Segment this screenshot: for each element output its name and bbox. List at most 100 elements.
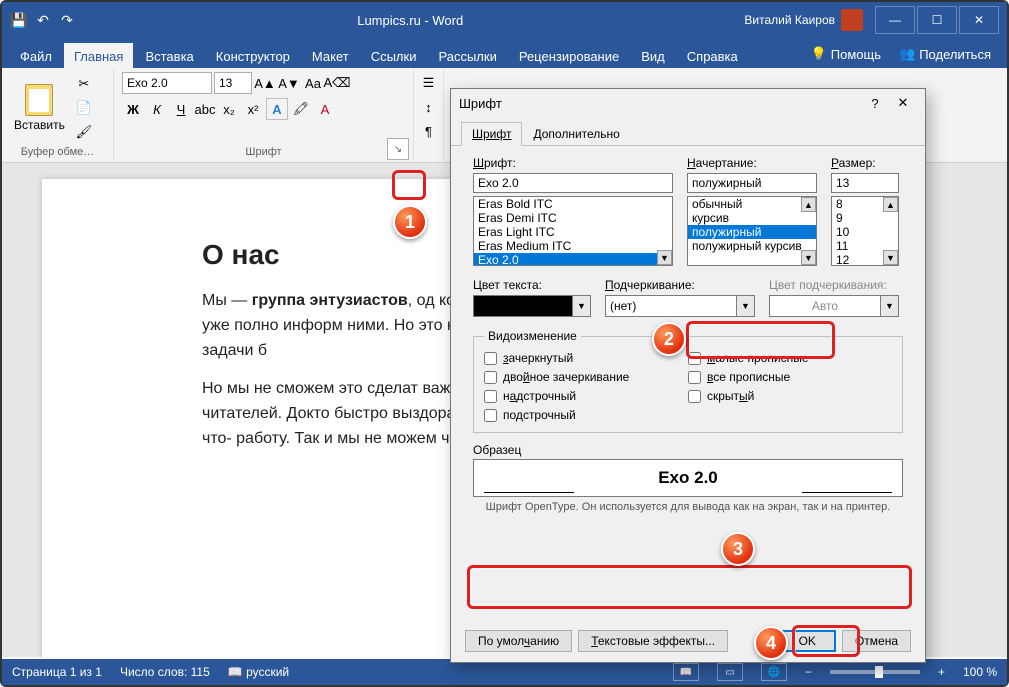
dialog-help-icon[interactable]: ?	[861, 92, 889, 114]
dialog-tab-advanced[interactable]: Дополнительно	[522, 122, 630, 146]
sort-icon[interactable]: ↕	[418, 96, 440, 118]
step-badge-3: 3	[721, 532, 755, 566]
scroll-up-icon[interactable]: ▲	[801, 197, 816, 212]
list-item[interactable]: курсив	[688, 211, 816, 225]
tab-review[interactable]: Рецензирование	[509, 43, 629, 68]
tab-view[interactable]: Вид	[631, 43, 675, 68]
cancel-button[interactable]: Отмена	[842, 630, 911, 652]
font-color-button[interactable]: A	[314, 98, 336, 120]
view-print-icon[interactable]: ▭	[717, 663, 743, 681]
list-item[interactable]: Eras Medium ITC	[474, 239, 672, 253]
format-painter-icon[interactable]: 🖌	[73, 121, 95, 143]
copy-icon[interactable]: 📄	[73, 97, 95, 119]
lbl-sample: Образец	[473, 443, 903, 457]
list-item[interactable]: обычный	[688, 197, 816, 211]
clear-format-icon[interactable]: A⌫	[326, 72, 348, 94]
chevron-down-icon[interactable]: ▼	[737, 295, 755, 317]
close-button[interactable]: ✕	[959, 6, 999, 34]
list-item[interactable]: Exo 2.0	[474, 253, 672, 266]
avatar[interactable]	[841, 9, 863, 31]
strike-button[interactable]: abc	[194, 98, 216, 120]
ck-dstrike[interactable]: двойное зачеркивание	[484, 370, 688, 384]
grow-font-icon[interactable]: A▲	[254, 72, 276, 94]
font-size-combo[interactable]	[214, 72, 252, 94]
font-input[interactable]	[473, 173, 673, 193]
tell-me[interactable]: 💡 Помощь	[803, 40, 889, 68]
view-web-icon[interactable]: 🌐	[761, 663, 787, 681]
effects-legend: Видоизменение	[484, 329, 581, 343]
zoom-out-icon[interactable]: −	[805, 665, 812, 679]
zoom-in-icon[interactable]: +	[938, 665, 945, 679]
minimize-button[interactable]: —	[875, 6, 915, 34]
undo-icon[interactable]: ↶	[34, 11, 52, 29]
chevron-down-icon[interactable]: ▼	[573, 295, 591, 317]
step-badge-2: 2	[652, 322, 686, 356]
ck-allcaps[interactable]: все прописные	[688, 370, 892, 384]
tab-help[interactable]: Справка	[677, 43, 748, 68]
share-button[interactable]: 👥 Поделиться	[891, 40, 999, 68]
change-case-icon[interactable]: Aa	[302, 72, 324, 94]
font-name-combo[interactable]	[122, 72, 212, 94]
user-area[interactable]: Виталий Каиров	[744, 9, 863, 31]
font-color-combo[interactable]: ▼	[473, 295, 591, 317]
underline-color-combo: Авто▼	[769, 295, 899, 317]
italic-button[interactable]: К	[146, 98, 168, 120]
shrink-font-icon[interactable]: A▼	[278, 72, 300, 94]
text-effects-button[interactable]: Текстовые эффекты...	[578, 630, 728, 652]
cut-icon[interactable]: ✂	[73, 73, 95, 95]
list-item[interactable]: 10	[832, 225, 898, 239]
chevron-down-icon: ▼	[881, 295, 899, 317]
underline-combo[interactable]: (нет)▼	[605, 295, 755, 317]
tab-file[interactable]: Файл	[10, 43, 62, 68]
ck-hidden[interactable]: скрытый	[688, 389, 892, 403]
underline-button[interactable]: Ч	[170, 98, 192, 120]
paste-button[interactable]: Вставить	[10, 82, 69, 134]
paragraph-marks-icon[interactable]: ¶	[418, 120, 440, 142]
size-listbox[interactable]: 8 9 10 11 12 ▲ ▼	[831, 196, 899, 266]
window-title: Lumpics.ru - Word	[76, 13, 744, 28]
save-icon[interactable]: 💾	[10, 11, 28, 29]
tab-design[interactable]: Конструктор	[206, 43, 300, 68]
style-listbox[interactable]: обычный курсив полужирный полужирный кур…	[687, 196, 817, 266]
status-lang[interactable]: 📖 русский	[228, 665, 289, 679]
zoom-label[interactable]: 100 %	[963, 665, 997, 679]
list-item[interactable]: 9	[832, 211, 898, 225]
maximize-button[interactable]: ☐	[917, 6, 957, 34]
list-item[interactable]: Eras Light ITC	[474, 225, 672, 239]
list-item[interactable]: полужирный	[688, 225, 816, 239]
zoom-slider[interactable]	[830, 670, 920, 674]
list-item[interactable]: полужирный курсив	[688, 239, 816, 253]
status-words[interactable]: Число слов: 115	[120, 665, 210, 679]
redo-icon[interactable]: ↷	[58, 11, 76, 29]
subscript-button[interactable]: x₂	[218, 98, 240, 120]
view-read-icon[interactable]: 📖	[673, 663, 699, 681]
ck-strike[interactable]: зачеркнутый	[484, 351, 688, 365]
list-item[interactable]: Eras Bold ITC	[474, 197, 672, 211]
scroll-down-icon[interactable]: ▼	[657, 250, 672, 265]
dialog-tab-font[interactable]: Шрифт	[461, 122, 522, 146]
list-item[interactable]: Eras Demi ITC	[474, 211, 672, 225]
ck-super[interactable]: надстрочный	[484, 389, 688, 403]
text-effects-button[interactable]: A	[266, 98, 288, 120]
status-page[interactable]: Страница 1 из 1	[12, 665, 102, 679]
scroll-down-icon[interactable]: ▼	[883, 250, 898, 265]
tab-layout[interactable]: Макет	[302, 43, 359, 68]
style-input[interactable]	[687, 173, 817, 193]
font-listbox[interactable]: Eras Bold ITC Eras Demi ITC Eras Light I…	[473, 196, 673, 266]
ck-sub[interactable]: подстрочный	[484, 408, 688, 422]
tab-mailings[interactable]: Рассылки	[428, 43, 506, 68]
dialog-close-icon[interactable]: ✕	[889, 92, 917, 114]
highlight-button[interactable]: 🖍	[290, 98, 312, 120]
ck-smallcaps[interactable]: малые прописные	[688, 351, 892, 365]
bold-button[interactable]: Ж	[122, 98, 144, 120]
font-dialog-launcher[interactable]: ↘	[387, 138, 409, 160]
tab-home[interactable]: Главная	[64, 43, 133, 68]
bullets-icon[interactable]: ☰	[418, 72, 440, 94]
tab-references[interactable]: Ссылки	[361, 43, 427, 68]
scroll-down-icon[interactable]: ▼	[801, 250, 816, 265]
superscript-button[interactable]: x²	[242, 98, 264, 120]
default-button[interactable]: По умолчанию	[465, 630, 572, 652]
scroll-up-icon[interactable]: ▲	[883, 197, 898, 212]
tab-insert[interactable]: Вставка	[135, 43, 203, 68]
size-input[interactable]	[831, 173, 899, 193]
